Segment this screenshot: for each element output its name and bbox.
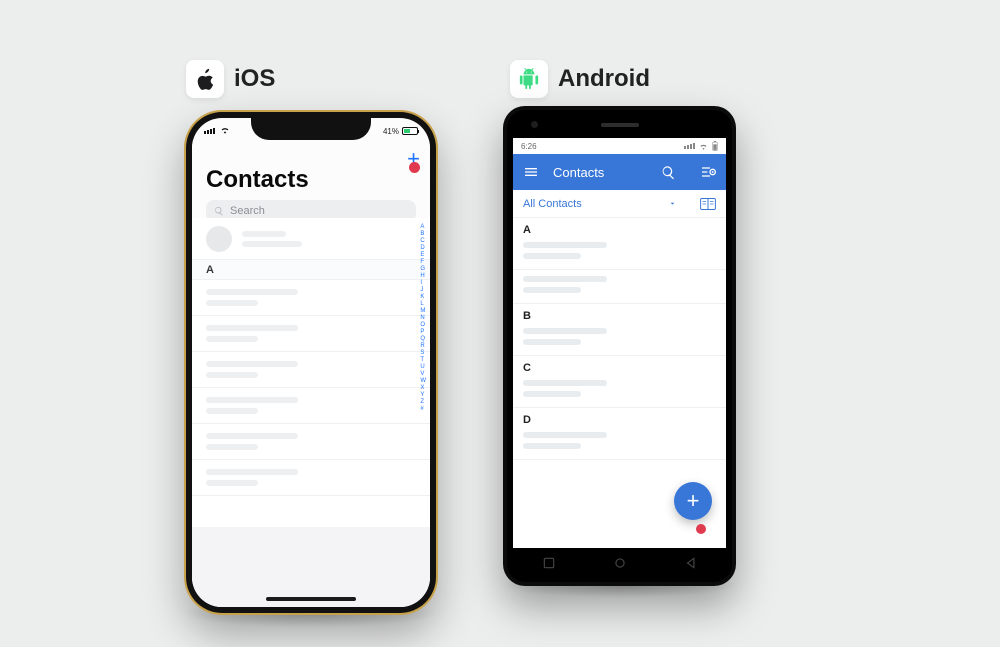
section-header: A	[513, 218, 726, 236]
battery-icon	[712, 141, 718, 151]
list-item[interactable]	[513, 374, 726, 408]
list-item[interactable]	[192, 388, 430, 424]
index-letter[interactable]: L	[420, 301, 426, 308]
section-header: C	[513, 356, 726, 374]
android-status-bar: 6:26	[513, 138, 726, 154]
filter-dropdown[interactable]: All Contacts	[523, 198, 582, 210]
index-letter[interactable]: E	[420, 252, 426, 259]
index-letter[interactable]: #	[420, 406, 426, 413]
list-item[interactable]	[192, 280, 430, 316]
list-item[interactable]	[513, 236, 726, 270]
android-nav-bar	[513, 552, 726, 574]
iphone-notch	[251, 118, 371, 140]
section-header: D	[513, 408, 726, 426]
section-header-a: A	[192, 260, 430, 280]
ios-contacts-list[interactable]: A	[192, 218, 430, 607]
index-letter[interactable]: B	[420, 231, 426, 238]
add-notification-badge	[409, 162, 420, 173]
index-letter[interactable]: J	[420, 287, 426, 294]
index-letter[interactable]: N	[420, 315, 426, 322]
list-item[interactable]	[192, 316, 430, 352]
search-icon[interactable]	[661, 165, 676, 180]
index-letter[interactable]: H	[420, 273, 426, 280]
index-letter[interactable]: Z	[420, 399, 426, 406]
wifi-icon	[699, 143, 708, 150]
index-letter[interactable]: T	[420, 357, 426, 364]
index-letter[interactable]: V	[420, 371, 426, 378]
battery-icon	[402, 127, 418, 135]
settings-filter-icon[interactable]	[700, 164, 716, 180]
avatar	[206, 226, 232, 252]
front-camera	[531, 121, 538, 128]
index-letter[interactable]: Y	[420, 392, 426, 399]
search-placeholder: Search	[230, 205, 265, 217]
search-icon	[214, 206, 224, 216]
wifi-icon	[220, 126, 230, 134]
my-card-row[interactable]	[192, 218, 430, 260]
contacts-filter-row: All Contacts	[513, 190, 726, 218]
index-letter[interactable]: S	[420, 350, 426, 357]
fab-add-contact[interactable]: +	[674, 482, 712, 520]
android-contacts-list[interactable]: A B C D	[513, 218, 726, 460]
index-letter[interactable]: D	[420, 245, 426, 252]
index-letter[interactable]: K	[420, 294, 426, 301]
index-letter[interactable]: I	[420, 280, 426, 287]
index-letter[interactable]: C	[420, 238, 426, 245]
platform-label-android-text: Android	[558, 65, 650, 93]
list-item[interactable]	[192, 352, 430, 388]
appbar-title: Contacts	[553, 165, 604, 180]
index-letter[interactable]: P	[420, 329, 426, 336]
status-time: 6:26	[521, 142, 537, 151]
android-device-frame: 6:26 Contacts All Contacts	[503, 106, 736, 586]
iphone-device-frame: 41% + Contacts Search A	[184, 110, 438, 615]
index-letter[interactable]: U	[420, 364, 426, 371]
hamburger-menu-icon[interactable]	[523, 164, 539, 180]
index-letter[interactable]: W	[420, 378, 426, 385]
earpiece	[601, 123, 639, 127]
signal-bars-icon	[204, 128, 215, 134]
platform-label-ios: iOS	[186, 60, 275, 98]
nav-home-icon[interactable]	[613, 556, 627, 570]
index-letter[interactable]: Q	[420, 336, 426, 343]
list-item[interactable]	[513, 426, 726, 460]
android-appbar: Contacts	[513, 154, 726, 190]
android-logo-icon	[510, 60, 548, 98]
index-letter[interactable]: F	[420, 259, 426, 266]
ios-nav-header: + Contacts Search	[192, 140, 430, 218]
home-indicator[interactable]	[266, 597, 356, 601]
list-item[interactable]	[192, 460, 430, 496]
platform-label-ios-text: iOS	[234, 65, 275, 93]
placeholder-lines	[242, 231, 302, 247]
list-item[interactable]	[513, 270, 726, 304]
signal-bars-icon	[684, 143, 695, 149]
address-book-icon[interactable]	[700, 197, 716, 211]
apple-logo-icon	[186, 60, 224, 98]
section-header: B	[513, 304, 726, 322]
alphabet-index-scrubber[interactable]: ABCDEFGHIJKLMNOPQRSTUVWXYZ#	[420, 224, 426, 413]
nav-back-icon[interactable]	[684, 556, 698, 570]
index-letter[interactable]: G	[420, 266, 426, 273]
nav-recents-icon[interactable]	[542, 556, 556, 570]
platform-label-android: Android	[510, 60, 650, 98]
battery-percent: 41%	[383, 127, 399, 136]
index-letter[interactable]: X	[420, 385, 426, 392]
list-bottom-gap	[192, 527, 430, 607]
index-letter[interactable]: O	[420, 322, 426, 329]
ios-signal-wifi	[204, 126, 230, 136]
index-letter[interactable]: A	[420, 224, 426, 231]
fab-notification-badge	[696, 524, 706, 534]
list-item[interactable]	[192, 424, 430, 460]
chevron-down-icon[interactable]	[668, 199, 677, 208]
page-title: Contacts	[206, 166, 416, 194]
index-letter[interactable]: M	[420, 308, 426, 315]
index-letter[interactable]: R	[420, 343, 426, 350]
list-item[interactable]	[513, 322, 726, 356]
